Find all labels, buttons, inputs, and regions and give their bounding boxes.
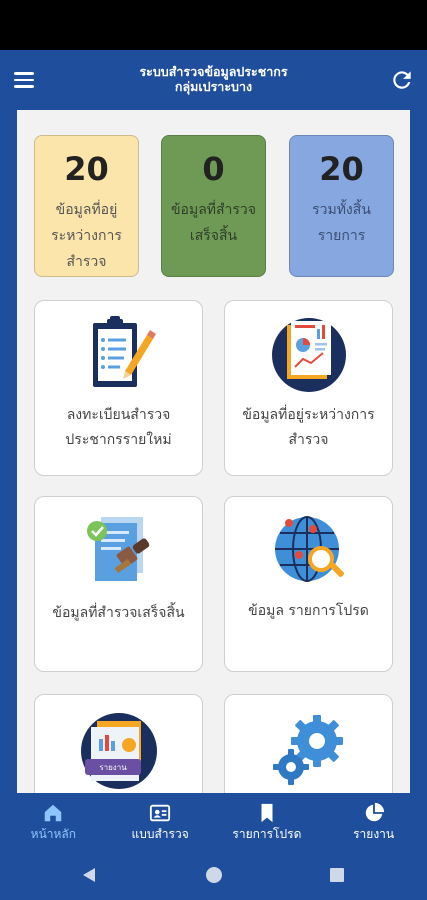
recents-icon[interactable] [328,866,346,884]
register-survey-tile[interactable]: ลงทะเบียนสำรวจ ประชากรรายใหม่ [34,300,203,476]
nav-home-label: หน้าหลัก [30,827,77,841]
settings-tile[interactable] [224,694,393,793]
app-title-line2: กลุ่มเปราะบาง [174,79,253,94]
approved-document-icon [86,517,149,581]
stat-total-card[interactable]: 20 รวมทั้งสิ้น รายการ [289,135,394,277]
nav-home[interactable]: หน้าหลัก [0,793,107,851]
nav-survey-label: แบบสำรวจ [131,827,189,841]
stat-pending-card[interactable]: 20 ข้อมูลที่อยู่ระหว่างการสำรวจ [34,135,139,277]
system-nav-bar [0,851,427,900]
app-title: ระบบสำรวจข้อมูลประชากร กลุ่มเปราะบาง [70,64,357,94]
stat-total-value: 20 [319,150,364,188]
gears-icon [272,715,343,785]
stat-pending-label: ข้อมูลที่อยู่ระหว่างการสำรวจ [51,202,122,270]
completed-survey-tile[interactable]: ข้อมูลที่สำรวจเสร็จสิ้น [34,496,203,672]
globe-search-icon [274,516,344,582]
report-document-icon: รายงาน [80,713,157,789]
menu-button[interactable] [14,66,44,94]
home-icon [45,804,62,822]
nav-favorites-label: รายการโปรด [232,827,302,841]
stat-done-value: 0 [202,150,225,188]
nav-report-label: รายงาน [353,827,395,841]
report-chart-icon [271,318,346,392]
id-card-icon [150,804,171,822]
completed-survey-label: ข้อมูลที่สำรวจเสร็จสิ้น [52,605,185,621]
nav-survey[interactable]: แบบสำรวจ [107,793,214,851]
clipboard-icon [92,316,156,387]
menu-icon-line [14,78,34,82]
favorites-tile[interactable]: ข้อมูล รายการโปรด [224,496,393,672]
stat-done-label: ข้อมูลที่สำรวจเสร็จสิ้น [170,202,256,244]
in-progress-label: ข้อมูลที่อยู่ระหว่างการ สำรวจ [242,407,375,448]
favorites-label: ข้อมูล รายการโปรด [248,603,369,619]
stat-pending-value: 20 [64,150,109,188]
main-content: 20 ข้อมูลที่อยู่ระหว่างการสำรวจ 0 ข้อมูล… [17,110,410,793]
refresh-icon[interactable] [389,67,415,93]
stat-total-label: รวมทั้งสิ้น รายการ [312,202,371,244]
app-bar: ระบบสำรวจข้อมูลประชากร กลุ่มเปราะบาง [0,50,427,110]
register-survey-label: ลงทะเบียนสำรวจ ประชากรรายใหม่ [65,407,172,448]
in-progress-tile[interactable]: ข้อมูลที่อยู่ระหว่างการ สำรวจ [224,300,393,476]
home-circle-icon[interactable] [205,866,223,884]
status-bar [0,0,427,50]
stat-done-card[interactable]: 0 ข้อมูลที่สำรวจเสร็จสิ้น [161,135,266,277]
bottom-nav: หน้าหลัก แบบสำรวจ รายการโปรด รายงาน [0,793,427,851]
back-icon[interactable] [80,866,98,884]
pie-chart-icon [365,802,384,822]
report-badge-text: รายงาน [99,763,127,772]
report-tile[interactable]: รายงาน [34,694,203,793]
app-title-line1: ระบบสำรวจข้อมูลประชากร [139,64,288,79]
bookmark-icon [261,803,273,823]
nav-favorites[interactable]: รายการโปรด [214,793,321,851]
nav-report[interactable]: รายงาน [320,793,427,851]
menu-icon-line [14,72,34,75]
menu-icon-line [14,85,34,88]
